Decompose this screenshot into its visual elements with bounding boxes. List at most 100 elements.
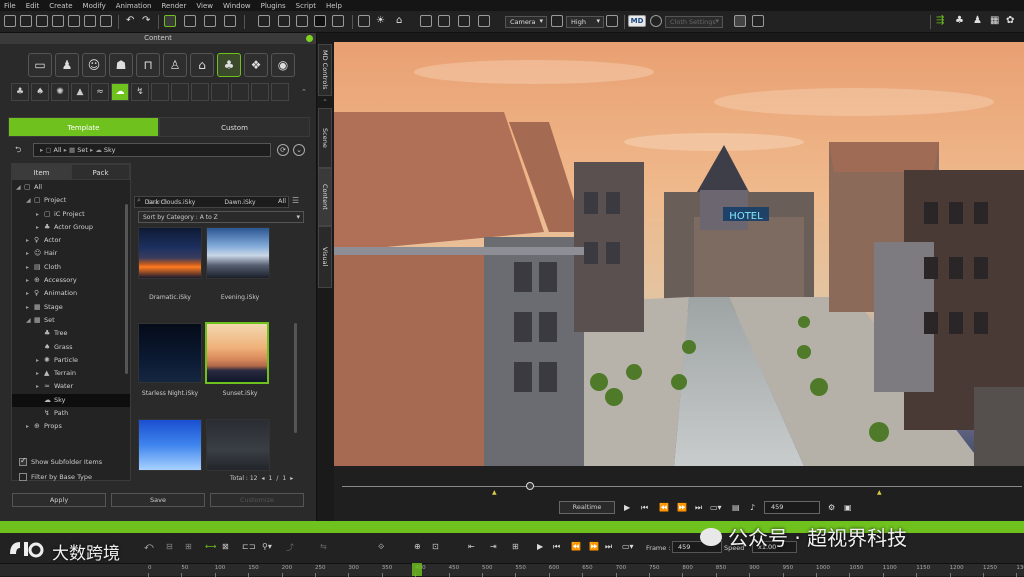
- tree-scrollbar[interactable]: [125, 204, 128, 374]
- clip-icon[interactable]: ⊠: [222, 542, 229, 551]
- expand-arrow-icon[interactable]: ▸: [26, 247, 34, 260]
- tree-item-grass[interactable]: ♠ Grass: [12, 341, 130, 354]
- redo-icon[interactable]: ↷: [142, 15, 154, 27]
- stage-category-icon[interactable]: ⌂: [190, 53, 214, 77]
- grass-sub-icon[interactable]: ♠: [31, 83, 49, 101]
- prev-frame-icon[interactable]: ⏪: [659, 503, 669, 512]
- settings-gear-icon[interactable]: ⚙: [828, 503, 835, 512]
- merge-icon[interactable]: [52, 15, 64, 27]
- tab-pack[interactable]: Pack: [71, 164, 130, 180]
- save-button[interactable]: Save: [111, 493, 205, 507]
- menu-plugins[interactable]: Plugins: [261, 2, 286, 10]
- insert-icon[interactable]: ⟐: [378, 542, 384, 552]
- menu-view[interactable]: View: [196, 2, 213, 10]
- motion-category-icon[interactable]: ♙: [163, 53, 187, 77]
- apply-button[interactable]: Apply: [12, 493, 106, 507]
- fit-timeline-icon[interactable]: ⊡: [432, 542, 439, 551]
- copy-key-icon[interactable]: ⇆: [320, 542, 327, 551]
- marker-icon[interactable]: ⊞: [512, 542, 519, 551]
- snap-icon[interactable]: [278, 15, 290, 27]
- cloth-category-icon[interactable]: ☗: [109, 53, 133, 77]
- sort-select[interactable]: Sort by Category : A to Z: [138, 211, 304, 223]
- expand-arrow-icon[interactable]: ▸: [26, 301, 34, 314]
- undo-icon[interactable]: ↶: [126, 15, 138, 27]
- media-category-icon[interactable]: ◉: [271, 53, 295, 77]
- tab-scene[interactable]: Scene: [318, 108, 332, 168]
- empty-slot-2[interactable]: [171, 83, 189, 101]
- undo-timeline-icon[interactable]: ⤺: [144, 542, 154, 552]
- quality-select[interactable]: High: [566, 16, 604, 28]
- cloth-settings-select[interactable]: Cloth Settings: [665, 16, 723, 28]
- sky-thumb-grey[interactable]: [206, 419, 270, 471]
- empty-slot-7[interactable]: [271, 83, 289, 101]
- tree-sub-icon[interactable]: ♣: [11, 83, 29, 101]
- tree-item-animation[interactable]: ▸ ♀ Animation: [12, 287, 130, 300]
- menu-create[interactable]: Create: [49, 2, 72, 10]
- realtime-select[interactable]: Realtime: [559, 501, 615, 514]
- collapse-timeline-icon[interactable]: ⊟: [166, 542, 173, 551]
- scrub-handle[interactable]: [526, 482, 534, 490]
- sky-thumb-blue[interactable]: [138, 419, 202, 471]
- rotate-tool-icon[interactable]: [204, 15, 216, 27]
- tree-item-props[interactable]: ▸ ⊕ Props: [12, 420, 130, 433]
- props-category-icon[interactable]: ⊓: [136, 53, 160, 77]
- customize-button[interactable]: Customize: [210, 493, 304, 507]
- stop-icon[interactable]: ⏮: [641, 503, 648, 513]
- tree-item-hair[interactable]: ▸ ☺ Hair: [12, 247, 130, 260]
- sky-thumb-evening[interactable]: [206, 227, 270, 279]
- scale-tool-icon[interactable]: [224, 15, 236, 27]
- store-icon[interactable]: ⇶: [936, 15, 948, 27]
- menu-window[interactable]: Window: [223, 2, 251, 10]
- tree-item-all[interactable]: ◢ ▢ All: [12, 181, 130, 194]
- breadcrumb-sky[interactable]: Sky: [104, 146, 116, 154]
- collapse-arrow-icon[interactable]: ◢: [26, 194, 34, 207]
- next-frame-icon[interactable]: ⏩: [677, 503, 687, 512]
- menu-edit[interactable]: Edit: [26, 2, 40, 10]
- range-end-icon[interactable]: ⇥: [490, 542, 497, 551]
- community-icon[interactable]: ♣: [955, 15, 967, 27]
- audio-icon[interactable]: ♪: [750, 503, 755, 512]
- timeline-ruler[interactable]: 0501001502002503003504004505005506006507…: [0, 563, 1024, 577]
- range-start-marker[interactable]: ▲: [492, 489, 497, 496]
- menu-animation[interactable]: Animation: [116, 2, 152, 10]
- menu-render[interactable]: Render: [161, 2, 186, 10]
- transition-icon[interactable]: ⊏⊐: [242, 542, 255, 551]
- sun-icon[interactable]: [606, 15, 618, 27]
- menu-help[interactable]: Help: [326, 2, 342, 10]
- scrub-track[interactable]: [342, 486, 1022, 487]
- expand-arrow-icon[interactable]: ▸: [26, 234, 34, 247]
- light-mode-icon[interactable]: [551, 15, 563, 27]
- actor-group-category-icon[interactable]: ♟: [55, 53, 79, 77]
- hair-category-icon[interactable]: ☺: [82, 53, 106, 77]
- curve-icon[interactable]: ⤴: [286, 542, 294, 553]
- expand-arrow-icon[interactable]: ▸: [26, 287, 34, 300]
- tree-item-actor[interactable]: ▸ ♀ Actor: [12, 234, 130, 247]
- expand-arrow-icon[interactable]: ▸: [36, 208, 44, 221]
- empty-slot-3[interactable]: [191, 83, 209, 101]
- render-icon[interactable]: [100, 15, 112, 27]
- expand-arrow-icon[interactable]: ▸: [26, 274, 34, 287]
- tab-content[interactable]: Content: [318, 168, 332, 226]
- back-icon[interactable]: ⮌: [15, 144, 21, 158]
- tree-item-set[interactable]: ◢ ▦ Set: [12, 314, 130, 327]
- md-logo-icon[interactable]: MD: [628, 15, 646, 27]
- collapse-arrow-icon[interactable]: ◢: [16, 181, 24, 194]
- tl-start-icon[interactable]: ⏮: [553, 542, 560, 552]
- tree-item-terrain[interactable]: ▸ ▲ Terrain: [12, 367, 130, 380]
- expand-arrow-icon[interactable]: ▸: [36, 221, 44, 234]
- close-panel-icon[interactable]: [306, 35, 313, 42]
- cloth-pin-icon[interactable]: [752, 15, 764, 27]
- prev-page-icon[interactable]: ◂: [261, 475, 264, 482]
- expand-arrow-icon[interactable]: ▸: [36, 367, 44, 380]
- zoom-in-icon[interactable]: ⊕: [414, 542, 421, 551]
- frame-input[interactable]: 459: [764, 501, 820, 514]
- sky-sub-icon[interactable]: ☁: [111, 83, 129, 101]
- filter-list-icon[interactable]: ☰: [292, 196, 299, 205]
- dropdown-circle-icon[interactable]: ⌄: [293, 144, 305, 156]
- tl-next-icon[interactable]: ⏩: [589, 542, 599, 551]
- tree-item-actor-group[interactable]: ▸ ♣ Actor Group: [12, 221, 130, 234]
- tab-item[interactable]: Item: [12, 164, 71, 180]
- subtitle-icon[interactable]: ▤: [732, 503, 740, 512]
- new-file-icon[interactable]: [4, 15, 16, 27]
- cloth-icon[interactable]: [734, 15, 746, 27]
